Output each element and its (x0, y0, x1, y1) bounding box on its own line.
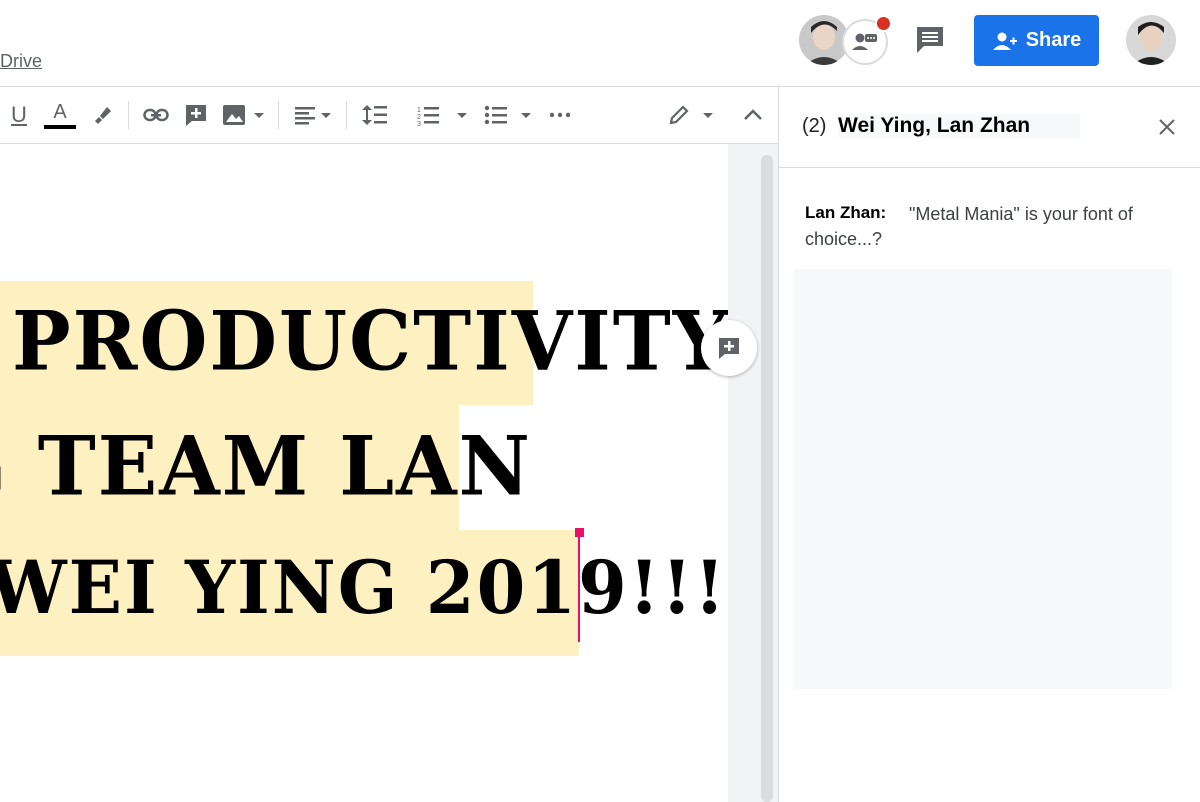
text-cursor (578, 534, 580, 642)
collapse-toolbar-button[interactable] (738, 87, 768, 143)
underline-button[interactable]: U (4, 87, 34, 143)
svg-text:2: 2 (417, 114, 421, 121)
svg-text:1: 1 (417, 107, 421, 114)
insert-link-button[interactable] (140, 87, 172, 143)
line-spacing-icon (362, 105, 387, 125)
chat-message-area (794, 269, 1172, 689)
bulleted-list-button[interactable] (482, 87, 538, 143)
chat-header: (2) Wei Ying, Lan Zhan (779, 87, 1200, 168)
image-icon (223, 105, 264, 125)
share-label: Share (1025, 29, 1082, 51)
comment-icon (917, 27, 943, 53)
chat-panel: (2) Wei Ying, Lan Zhan Lan Zhan: "Metal … (778, 87, 1200, 802)
bulleted-list-icon (484, 105, 531, 125)
more-horizontal-icon (549, 112, 571, 118)
document-text-line[interactable]: wei ying 2019!!!!! (0, 544, 728, 631)
chat-message: Lan Zhan: "Metal Mania" is your font of … (794, 187, 1172, 270)
text-color-button[interactable]: A (42, 87, 78, 143)
numbered-list-icon: 1 2 3 (417, 107, 467, 127)
toolbar-divider (346, 101, 347, 129)
drive-link[interactable]: Drive (0, 51, 42, 72)
person-add-icon (992, 32, 1017, 50)
chat-participant-count: (2) (802, 115, 827, 137)
align-left-icon (295, 107, 331, 125)
highlighter-icon (95, 107, 111, 124)
add-comment-icon (719, 338, 739, 359)
add-comment-button[interactable] (182, 87, 210, 143)
share-button[interactable]: Share (974, 15, 1099, 66)
chevron-up-icon (744, 109, 762, 120)
close-chat-button[interactable] (1155, 115, 1179, 139)
add-comment-icon (186, 105, 206, 126)
align-button[interactable] (292, 87, 338, 143)
formatting-toolbar: U A 1 2 3 (0, 87, 778, 144)
link-icon (143, 108, 169, 122)
notification-dot (875, 15, 892, 32)
underline-icon: U (11, 102, 27, 127)
document-text-line[interactable]: productivity (12, 294, 728, 390)
top-bar: Drive Share (0, 0, 1200, 87)
highlight-button[interactable] (88, 87, 116, 143)
pencil-icon (669, 105, 713, 125)
more-options-button[interactable] (544, 87, 576, 143)
close-icon (1159, 119, 1175, 135)
floating-add-comment-button[interactable] (701, 320, 757, 376)
text-color-letter: A (53, 100, 67, 123)
toolbar-divider (128, 101, 129, 129)
line-spacing-button[interactable] (360, 87, 390, 143)
chat-title: Wei Ying, Lan Zhan (838, 114, 1081, 138)
message-text: "Metal Mania" is your font of choice...? (805, 204, 1133, 249)
toolbar-divider (278, 101, 279, 129)
insert-image-button[interactable] (220, 87, 268, 143)
document-text-line[interactable]: g team lan (0, 419, 532, 515)
text-color-icon: A (44, 102, 76, 129)
comments-button[interactable] (912, 22, 948, 58)
numbered-list-button[interactable]: 1 2 3 (414, 87, 470, 143)
scrollbar[interactable] (761, 155, 773, 802)
editing-mode-button[interactable] (666, 87, 718, 143)
svg-text:3: 3 (417, 121, 421, 127)
document-canvas[interactable]: productivity g team lan wei ying 2019!!!… (0, 144, 728, 802)
user-avatar[interactable] (1126, 15, 1176, 65)
